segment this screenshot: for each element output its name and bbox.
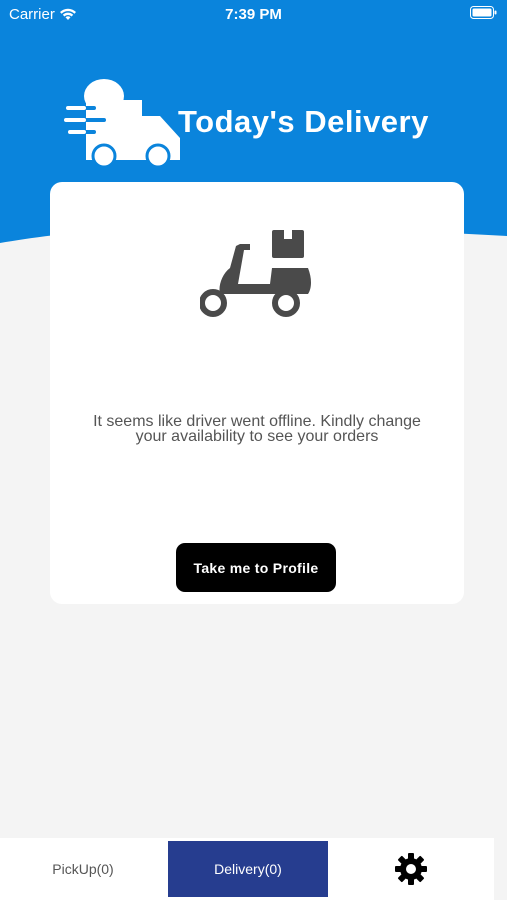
status-time: 7:39 PM xyxy=(225,6,282,23)
status-bar: Carrier 7:39 PM xyxy=(0,0,507,28)
offline-card: It seems like driver went offline. Kindl… xyxy=(50,182,464,604)
header-title-row: Today's Delivery xyxy=(60,76,480,172)
take-me-to-profile-button[interactable]: Take me to Profile xyxy=(176,543,336,592)
scooter-delivery-icon xyxy=(200,230,311,317)
tab-delivery[interactable]: Delivery(0) xyxy=(168,841,328,897)
offline-message: It seems like driver went offline. Kindl… xyxy=(93,413,421,445)
bottom-tab-bar: PickUp(0) Delivery(0) xyxy=(0,838,494,900)
page-title: Today's Delivery xyxy=(178,104,429,139)
delivery-truck-icon xyxy=(64,79,180,169)
tab-settings[interactable] xyxy=(328,838,494,900)
tab-pickup[interactable]: PickUp(0) xyxy=(0,838,166,900)
battery-icon xyxy=(470,6,497,19)
gear-icon xyxy=(395,853,427,885)
